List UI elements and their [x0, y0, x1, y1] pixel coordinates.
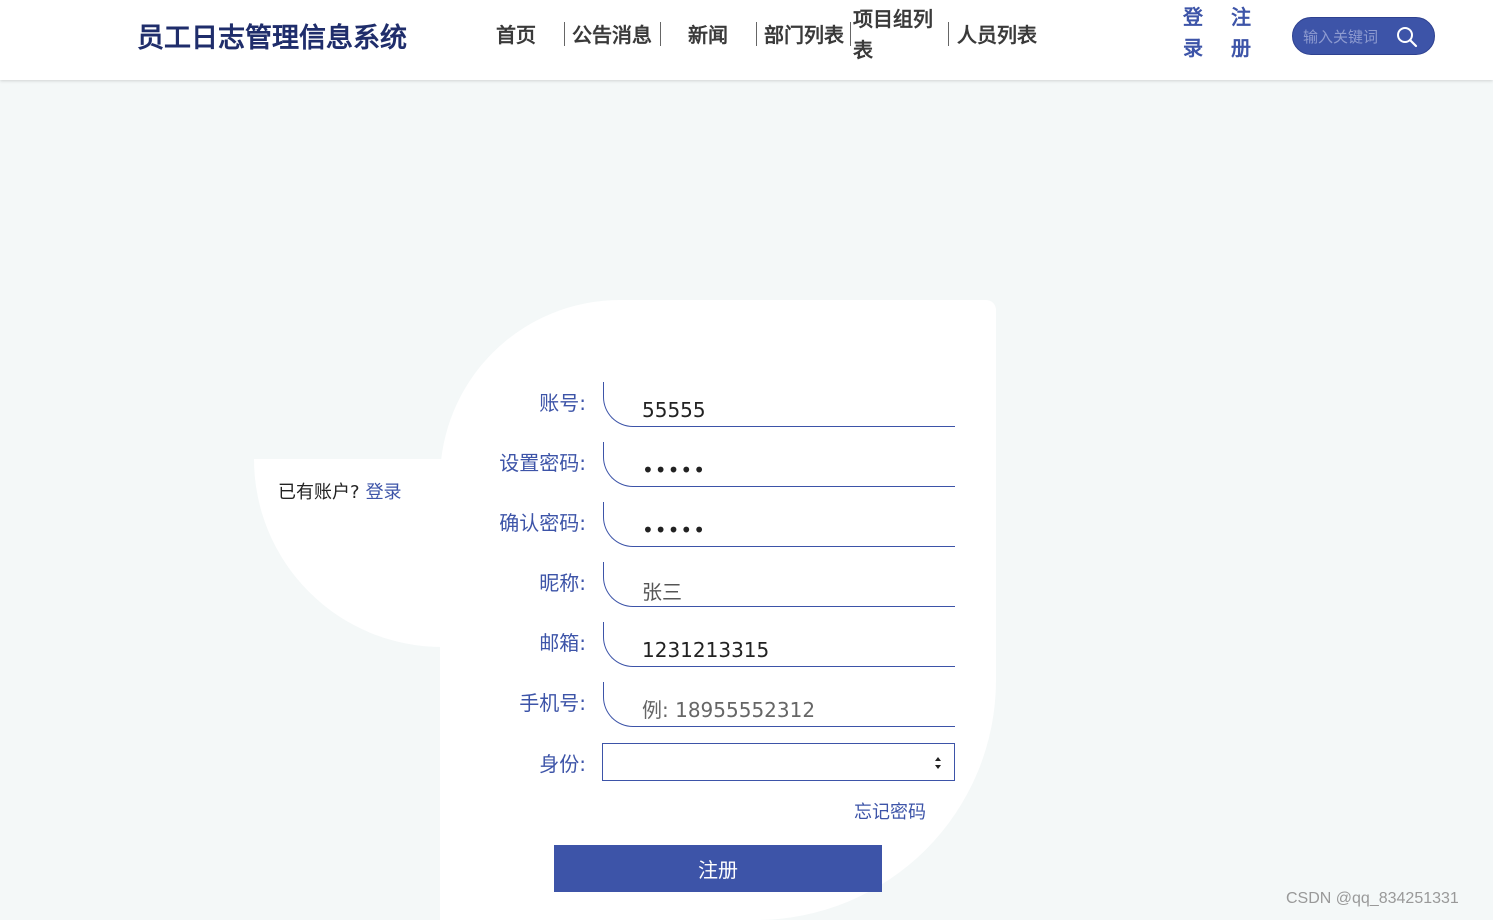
search-input[interactable] [1303, 26, 1393, 48]
password-input[interactable] [603, 442, 955, 487]
header-register-link[interactable]: 注册 [1229, 2, 1253, 64]
search-box [1292, 17, 1435, 55]
site-title: 员工日志管理信息系统 [137, 23, 407, 54]
watermark: CSDN @qq_834251331 [1286, 890, 1459, 907]
identity-select[interactable] [602, 743, 955, 781]
identity-label: 身份: [539, 752, 586, 776]
nav-home[interactable]: 首页 [496, 20, 536, 50]
nav-project-groups[interactable]: 项目组列表 [853, 4, 937, 66]
account-input[interactable] [603, 382, 955, 427]
select-updown-icon [935, 757, 941, 769]
phone-input[interactable] [603, 682, 955, 727]
nav-divider [850, 22, 851, 46]
forgot-password-link[interactable]: 忘记密码 [854, 798, 926, 824]
password-label: 设置密码: [499, 451, 586, 475]
top-header: 员工日志管理信息系统 首页 公告消息 新闻 部门列表 项目组列表 人员列表 登录… [0, 0, 1493, 80]
nav-divider [564, 22, 565, 46]
nav-news[interactable]: 新闻 [688, 20, 728, 50]
nav-divider [756, 22, 757, 46]
nickname-input[interactable] [603, 562, 955, 607]
login-prompt: 已有账户? 登录 [278, 478, 402, 504]
nav-staff[interactable]: 人员列表 [957, 20, 1037, 50]
search-icon[interactable] [1395, 25, 1419, 49]
side-login-link[interactable]: 登录 [366, 482, 402, 503]
email-input[interactable] [603, 622, 955, 667]
register-button[interactable]: 注册 [554, 845, 882, 892]
nickname-label: 昵称: [539, 571, 586, 595]
confirm-password-input[interactable] [603, 502, 955, 547]
nav-divider [948, 22, 949, 46]
phone-label: 手机号: [519, 691, 586, 715]
nav-departments[interactable]: 部门列表 [764, 20, 844, 50]
email-label: 邮箱: [539, 631, 586, 655]
has-account-text: 已有账户? [278, 482, 360, 503]
nav-announcements[interactable]: 公告消息 [572, 20, 652, 50]
confirm-password-label: 确认密码: [499, 511, 586, 535]
nav-divider [660, 22, 661, 46]
header-login-link[interactable]: 登录 [1181, 2, 1205, 64]
account-label: 账号: [539, 391, 586, 415]
